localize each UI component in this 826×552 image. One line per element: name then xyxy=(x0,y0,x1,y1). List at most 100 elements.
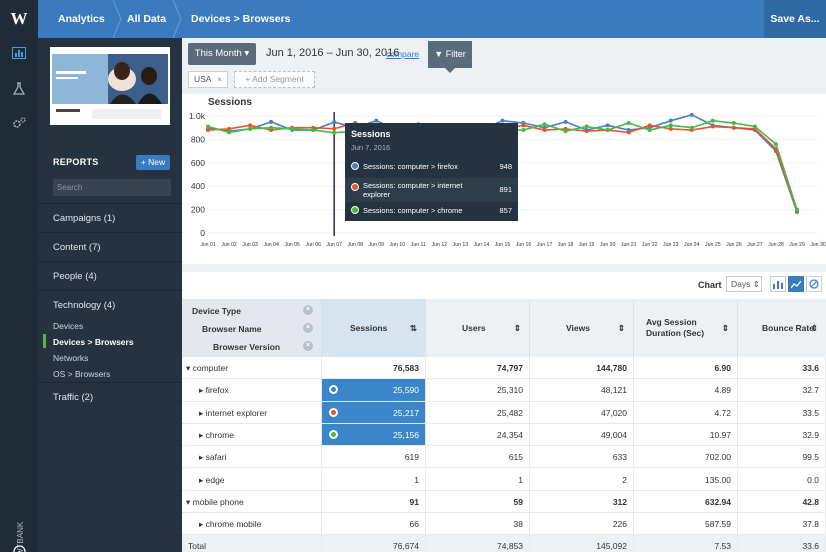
table-row[interactable]: ▸ internet explorer 25,217 25,482 47,020 4.7… xyxy=(182,401,826,424)
data-point[interactable] xyxy=(668,118,673,123)
column-header-users[interactable]: Users ⇕ xyxy=(426,299,530,357)
data-point[interactable] xyxy=(542,122,547,127)
hide-chart-icon[interactable] xyxy=(806,276,822,292)
table-row[interactable]: Total 76,674 74,853 145,092 7.53 33.6 xyxy=(182,535,826,552)
info-icon[interactable]: i xyxy=(8,540,30,552)
data-point[interactable] xyxy=(563,119,568,124)
interval-select[interactable]: Days ⇕ xyxy=(726,276,762,292)
series-color-dot[interactable] xyxy=(329,429,338,439)
data-point[interactable] xyxy=(311,128,316,133)
data-point[interactable] xyxy=(521,123,526,128)
data-point[interactable] xyxy=(563,129,568,134)
save-as-button[interactable]: Save As... xyxy=(764,0,826,38)
sidebar-item-content[interactable]: Content (7) xyxy=(38,232,182,261)
data-point[interactable] xyxy=(227,130,232,135)
row-label[interactable]: ▸ internet explorer xyxy=(182,401,322,423)
date-preset-dropdown[interactable]: This Month ▾ xyxy=(188,43,256,65)
series-color-dot[interactable] xyxy=(329,385,338,395)
data-point[interactable] xyxy=(332,126,337,131)
site-thumbnail[interactable] xyxy=(50,47,170,125)
sidebar-item-traffic[interactable]: Traffic (2) xyxy=(38,382,182,411)
data-point[interactable] xyxy=(332,130,337,135)
data-point[interactable] xyxy=(668,126,673,131)
sidebar-subitem-devices-browsers[interactable]: Devices > Browsers xyxy=(53,337,134,347)
row-label[interactable]: ▸ edge xyxy=(182,468,322,490)
sidebar-subitem-devices[interactable]: Devices xyxy=(53,321,83,331)
sidebar-subitem-networks[interactable]: Networks xyxy=(53,353,88,363)
remove-dimension-icon[interactable]: × xyxy=(303,341,313,351)
data-point[interactable] xyxy=(605,123,610,128)
row-label[interactable]: ▾ mobile phone xyxy=(182,490,322,513)
breadcrumb-all-data[interactable]: All Data xyxy=(127,0,166,38)
data-point[interactable] xyxy=(290,126,295,131)
table-row[interactable]: ▸ edge 1 1 2 135.00 0.0 xyxy=(182,468,826,491)
sidebar-subitem-os-browsers[interactable]: OS > Browsers xyxy=(53,369,110,379)
data-point[interactable] xyxy=(710,124,715,129)
sidebar-item-campaigns[interactable]: Campaigns (1) xyxy=(38,203,182,232)
data-point[interactable] xyxy=(647,123,652,128)
row-label[interactable]: ▾ computer xyxy=(182,357,322,379)
data-point[interactable] xyxy=(332,120,337,125)
data-point[interactable] xyxy=(626,130,631,135)
bar-chart-toggle-icon[interactable] xyxy=(770,276,786,292)
logo[interactable]: W xyxy=(0,0,38,38)
dimension-browser-name[interactable]: Browser Name xyxy=(202,324,262,334)
row-label[interactable]: ▸ chrome xyxy=(182,423,322,446)
data-point[interactable] xyxy=(269,119,274,124)
breadcrumb-analytics[interactable]: Analytics xyxy=(58,0,105,38)
add-segment-button[interactable]: + Add Segment xyxy=(234,71,315,88)
data-point[interactable] xyxy=(584,124,589,129)
table-row[interactable]: ▾ mobile phone 91 59 312 632.94 42.8 xyxy=(182,490,826,514)
data-point[interactable] xyxy=(626,121,631,126)
gears-icon[interactable] xyxy=(8,112,30,134)
data-point[interactable] xyxy=(248,123,253,128)
data-point[interactable] xyxy=(584,129,589,134)
data-point[interactable] xyxy=(773,142,778,147)
data-point[interactable] xyxy=(668,123,673,128)
data-point[interactable] xyxy=(689,125,694,130)
series-color-dot[interactable] xyxy=(329,407,338,417)
table-row[interactable]: ▾ computer 76,583 74,797 144,780 6.90 33.6 xyxy=(182,357,826,380)
data-point[interactable] xyxy=(710,118,715,123)
line-chart-toggle-icon[interactable] xyxy=(788,276,804,292)
sidebar-item-people[interactable]: People (4) xyxy=(38,261,182,290)
remove-segment-icon[interactable]: × xyxy=(217,72,222,87)
data-point[interactable] xyxy=(206,128,210,133)
data-point[interactable] xyxy=(752,124,757,129)
data-point[interactable] xyxy=(605,128,610,133)
row-label[interactable]: ▸ chrome mobile xyxy=(182,513,322,535)
data-point[interactable] xyxy=(647,128,652,133)
row-label[interactable]: ▸ firefox xyxy=(182,379,322,401)
column-header-avg-session-duration[interactable]: Avg Session Duration (Sec) ⇕ xyxy=(634,299,738,357)
remove-dimension-icon[interactable]: × xyxy=(303,305,313,315)
dimension-device-type[interactable]: Device Type xyxy=(192,306,241,316)
data-point[interactable] xyxy=(794,207,799,212)
data-point[interactable] xyxy=(731,125,736,130)
column-header-sessions[interactable]: Sessions ⇅ xyxy=(322,299,426,357)
remove-dimension-icon[interactable]: × xyxy=(303,323,313,333)
row-label[interactable]: Total xyxy=(182,535,322,552)
report-search-input[interactable] xyxy=(53,179,171,196)
data-point[interactable] xyxy=(206,124,210,129)
dimension-browser-version[interactable]: Browser Version xyxy=(213,342,280,352)
data-point[interactable] xyxy=(731,121,736,126)
column-header-bounce-rate[interactable]: Bounce Rate ⇕ xyxy=(738,299,826,357)
date-range[interactable]: Jun 1, 2016 – Jun 30, 2016 xyxy=(266,47,399,59)
data-point[interactable] xyxy=(269,125,274,130)
data-point[interactable] xyxy=(542,128,547,133)
table-row[interactable]: ▸ safari 619 615 633 702.00 99.5 xyxy=(182,446,826,469)
new-report-button[interactable]: + New xyxy=(136,155,170,170)
column-header-views[interactable]: Views ⇕ xyxy=(530,299,634,357)
data-point[interactable] xyxy=(227,126,232,131)
segment-tag-usa[interactable]: USA × xyxy=(188,71,228,88)
table-row[interactable]: ▸ chrome mobile 66 38 226 587.59 37.8 xyxy=(182,513,826,536)
table-row[interactable]: ▸ chrome 25,156 24,354 49,004 10.97 32.9 xyxy=(182,423,826,447)
filter-button[interactable]: ▼ Filter xyxy=(428,41,472,68)
flask-icon[interactable] xyxy=(8,77,30,99)
compare-link[interactable]: compare xyxy=(386,49,419,59)
sidebar-item-technology[interactable]: Technology (4) xyxy=(38,290,182,319)
row-label[interactable]: ▸ safari xyxy=(182,446,322,468)
bar-chart-icon[interactable] xyxy=(8,42,30,64)
data-point[interactable] xyxy=(521,128,526,133)
table-row[interactable]: ▸ firefox 25,590 25,310 48,121 4.89 32.7 xyxy=(182,379,826,402)
